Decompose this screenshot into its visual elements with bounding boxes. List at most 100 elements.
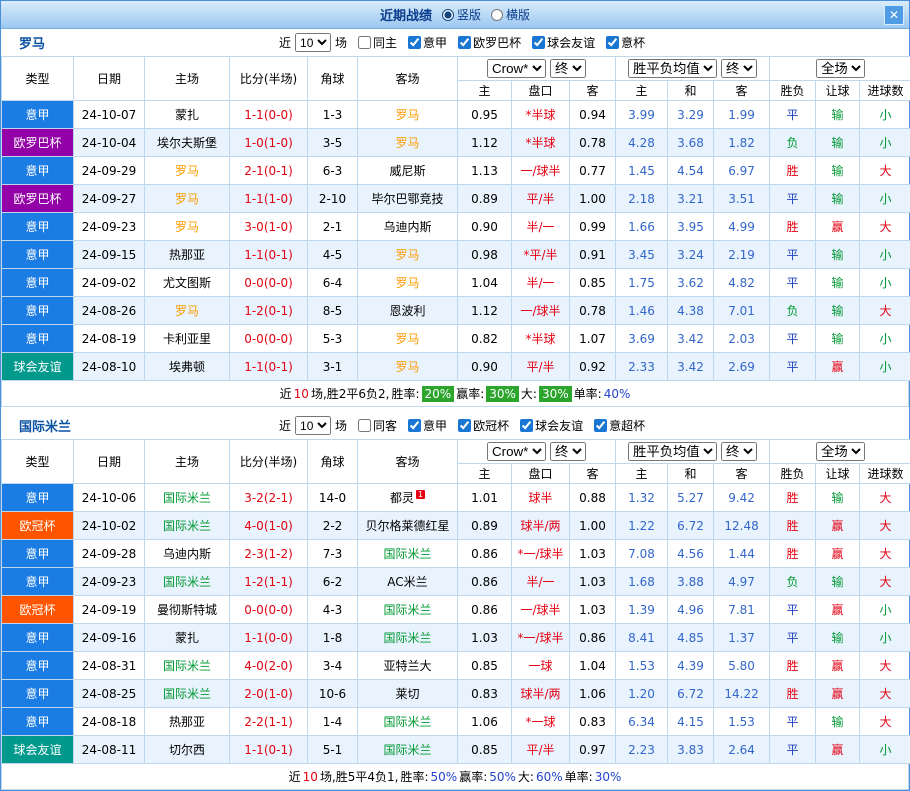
handicap-line: 球半/两 bbox=[512, 512, 570, 540]
handicap-home-odds: 0.90 bbox=[458, 213, 512, 241]
handicap-home-odds: 0.82 bbox=[458, 325, 512, 353]
handicap-result: 输 bbox=[816, 101, 860, 129]
odds-company-select[interactable]: Crow* bbox=[487, 442, 546, 461]
goals-result: 小 bbox=[860, 325, 910, 353]
layout-horizontal-radio-input[interactable] bbox=[491, 9, 503, 21]
goals-result: 小 bbox=[860, 596, 910, 624]
handicap-result: 输 bbox=[816, 568, 860, 596]
match-result: 胜 bbox=[770, 680, 816, 708]
away-team: 国际米兰 bbox=[358, 736, 458, 764]
league-filter-checkbox[interactable]: 欧冠杯 bbox=[458, 417, 509, 434]
match-count-select[interactable]: 10 bbox=[295, 416, 331, 435]
avg-draw-odds: 3.83 bbox=[668, 736, 714, 764]
scope-select[interactable]: 全场 bbox=[816, 59, 865, 78]
league-filter-checkbox[interactable]: 球会友谊 bbox=[520, 417, 583, 434]
summary-stat-label: 单率: bbox=[565, 768, 593, 785]
league-filter-checkbox[interactable]: 意超杯 bbox=[594, 417, 645, 434]
home-team: 埃弗顿 bbox=[145, 353, 230, 381]
odds-company-select[interactable]: Crow* bbox=[487, 59, 546, 78]
handicap-home-odds: 1.03 bbox=[458, 624, 512, 652]
match-row: 意甲24-09-29罗马2-1(0-1)6-3威尼斯1.13一/球半0.771.… bbox=[2, 157, 910, 185]
match-result: 平 bbox=[770, 708, 816, 736]
handicap-away-odds: 0.92 bbox=[570, 353, 616, 381]
odds-time-select[interactable]: 终 bbox=[550, 59, 586, 78]
same-venue-checkbox[interactable]: 同客 bbox=[358, 417, 397, 434]
league-filter-checkbox-input[interactable] bbox=[458, 36, 471, 49]
avg-away-odds: 14.22 bbox=[714, 680, 770, 708]
layout-vertical-radio[interactable]: 竖版 bbox=[442, 6, 481, 23]
league-badge: 意甲 bbox=[2, 652, 74, 680]
handicap-away-odds: 1.06 bbox=[570, 680, 616, 708]
match-date: 24-09-28 bbox=[74, 540, 145, 568]
handicap-result: 赢 bbox=[816, 652, 860, 680]
match-count-select[interactable]: 10 bbox=[295, 33, 331, 52]
handicap-result: 输 bbox=[816, 129, 860, 157]
same-venue-checkbox[interactable]: 同主 bbox=[358, 34, 397, 51]
league-filter-checkbox-input[interactable] bbox=[594, 419, 607, 432]
scope-select[interactable]: 全场 bbox=[816, 442, 865, 461]
goals-result: 小 bbox=[860, 241, 910, 269]
avg-time-select[interactable]: 终 bbox=[721, 442, 757, 461]
same-venue-checkbox-input[interactable] bbox=[358, 36, 371, 49]
goals-result: 大 bbox=[860, 680, 910, 708]
same-venue-checkbox-input[interactable] bbox=[358, 419, 371, 432]
score: 2-3(1-2) bbox=[230, 540, 308, 568]
close-icon[interactable]: ✕ bbox=[884, 5, 904, 25]
handicap-line: *平/半 bbox=[512, 241, 570, 269]
away-team: 罗马 bbox=[358, 353, 458, 381]
handicap-away-odds: 0.99 bbox=[570, 213, 616, 241]
league-filter-checkbox[interactable]: 意甲 bbox=[408, 417, 447, 434]
avg-draw-odds: 3.95 bbox=[668, 213, 714, 241]
avg-type-select[interactable]: 胜平负均值 bbox=[628, 442, 717, 461]
match-row: 球会友谊24-08-10埃弗顿1-1(0-1)3-1罗马0.90平/半0.922… bbox=[2, 353, 910, 381]
odds-time-select[interactable]: 终 bbox=[550, 442, 586, 461]
avg-draw-odds: 3.42 bbox=[668, 353, 714, 381]
handicap-home-odds: 0.98 bbox=[458, 241, 512, 269]
avg-away-odds: 1.37 bbox=[714, 624, 770, 652]
summary-stat-value: 40% bbox=[604, 387, 631, 401]
match-row: 意甲24-09-23国际米兰1-2(1-1)6-2AC米兰0.86半/一1.03… bbox=[2, 568, 910, 596]
home-team: 罗马 bbox=[145, 213, 230, 241]
match-date: 24-10-06 bbox=[74, 484, 145, 512]
title-group: 近期战绩 竖版 横版 bbox=[380, 5, 530, 24]
match-date: 24-09-15 bbox=[74, 241, 145, 269]
match-result: 胜 bbox=[770, 157, 816, 185]
match-result: 平 bbox=[770, 624, 816, 652]
column-header: 日期 bbox=[74, 440, 145, 484]
avg-away-odds: 4.97 bbox=[714, 568, 770, 596]
avg-type-select[interactable]: 胜平负均值 bbox=[628, 59, 717, 78]
avg-time-select[interactable]: 终 bbox=[721, 59, 757, 78]
layout-vertical-radio-input[interactable] bbox=[442, 9, 454, 21]
league-filter-checkbox-input[interactable] bbox=[408, 419, 421, 432]
avg-away-odds: 4.99 bbox=[714, 213, 770, 241]
goals-result: 大 bbox=[860, 652, 910, 680]
match-row: 意甲24-08-26罗马1-2(0-1)8-5恩波利1.12一/球半0.781.… bbox=[2, 297, 910, 325]
avg-draw-odds: 4.96 bbox=[668, 596, 714, 624]
avg-away-odds: 1.82 bbox=[714, 129, 770, 157]
avg-draw-odds: 3.42 bbox=[668, 325, 714, 353]
league-filter-checkbox-input[interactable] bbox=[408, 36, 421, 49]
handicap-home-odds: 0.86 bbox=[458, 568, 512, 596]
column-header: 主 bbox=[616, 464, 668, 484]
league-filter-checkbox[interactable]: 意杯 bbox=[606, 34, 645, 51]
match-date: 24-08-10 bbox=[74, 353, 145, 381]
handicap-home-odds: 1.01 bbox=[458, 484, 512, 512]
goals-result: 大 bbox=[860, 484, 910, 512]
home-team: 埃尔夫斯堡 bbox=[145, 129, 230, 157]
layout-horizontal-radio[interactable]: 横版 bbox=[491, 6, 530, 23]
column-header: 客场 bbox=[358, 57, 458, 101]
league-filter-checkbox[interactable]: 球会友谊 bbox=[532, 34, 595, 51]
summary-lead: 近 bbox=[280, 385, 292, 402]
corner-count: 2-1 bbox=[308, 213, 358, 241]
handicap-line: 一/球半 bbox=[512, 596, 570, 624]
score: 1-1(0-0) bbox=[230, 101, 308, 129]
score: 1-1(0-1) bbox=[230, 353, 308, 381]
match-date: 24-09-19 bbox=[74, 596, 145, 624]
league-filter-checkbox-input[interactable] bbox=[532, 36, 545, 49]
league-filter-checkbox-input[interactable] bbox=[458, 419, 471, 432]
away-team: 威尼斯 bbox=[358, 157, 458, 185]
league-filter-checkbox[interactable]: 意甲 bbox=[408, 34, 447, 51]
league-filter-checkbox[interactable]: 欧罗巴杯 bbox=[458, 34, 521, 51]
league-filter-checkbox-input[interactable] bbox=[520, 419, 533, 432]
league-filter-checkbox-input[interactable] bbox=[606, 36, 619, 49]
